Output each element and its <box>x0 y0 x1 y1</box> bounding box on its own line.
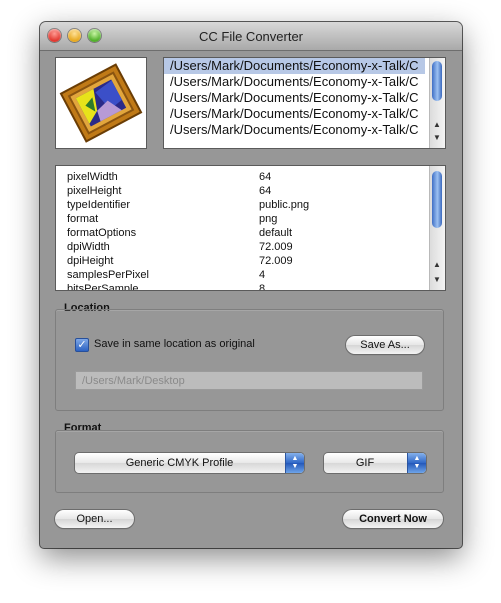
file-list-scrollbar[interactable]: ▲ ▼ <box>429 58 445 148</box>
scrollbar-thumb[interactable] <box>432 61 442 101</box>
chevron-updown-icon: ▲ ▼ <box>285 453 304 473</box>
file-list-item[interactable]: /Users/Mark/Documents/Economy-x-Talk/C <box>164 122 425 138</box>
save-as-button[interactable]: Save As... <box>346 336 424 354</box>
file-list[interactable]: /Users/Mark/Documents/Economy-x-Talk/C /… <box>163 57 446 149</box>
file-list-item[interactable]: /Users/Mark/Documents/Economy-x-Talk/C <box>164 90 425 106</box>
image-preview <box>55 57 147 149</box>
file-list-item[interactable]: /Users/Mark/Documents/Economy-x-Talk/C <box>164 74 425 90</box>
convert-now-button[interactable]: Convert Now <box>343 510 443 528</box>
property-row: pixelHeight 64 <box>67 185 272 197</box>
color-profile-popup[interactable]: Generic CMYK Profile ▲ ▼ <box>75 453 304 473</box>
color-profile-value: Generic CMYK Profile <box>125 457 234 469</box>
scrollbar-thumb[interactable] <box>432 171 442 228</box>
location-group <box>55 309 444 411</box>
property-row: formatOptions default <box>67 227 293 239</box>
properties-list[interactable]: pixelWidth 64 pixelHeight 64 typeIdentifie… <box>55 165 446 291</box>
save-same-location-label[interactable]: Save in same location as original <box>94 338 255 350</box>
arrow-down-icon[interactable]: ▼ <box>433 276 441 284</box>
property-row: dpiWidth 72.009 <box>67 241 293 253</box>
property-row: typeIdentifier public.png <box>67 199 310 211</box>
title-bar[interactable]: CC File Converter <box>40 22 462 51</box>
property-row: samplesPerPixel 4 <box>67 269 266 281</box>
property-row: bitsPerSample 8 <box>67 283 266 291</box>
arrow-up-icon[interactable]: ▲ <box>433 121 441 129</box>
properties-scrollbar[interactable]: ▲ ▼ <box>429 166 445 290</box>
open-button[interactable]: Open... <box>55 510 134 528</box>
arrow-up-icon[interactable]: ▲ <box>433 261 441 269</box>
destination-path-field: /Users/Mark/Desktop <box>75 371 423 390</box>
app-window: CC File Converter /Users/Mark/Documents/… <box>40 22 462 548</box>
output-format-value: GIF <box>355 457 375 469</box>
arrow-down-icon[interactable]: ▼ <box>433 134 441 142</box>
save-same-location-checkbox[interactable]: ✓ <box>75 338 89 352</box>
output-format-popup[interactable]: GIF ▲ ▼ <box>324 453 426 473</box>
file-list-item[interactable]: /Users/Mark/Documents/Economy-x-Talk/C <box>164 106 425 122</box>
window-title: CC File Converter <box>198 29 304 44</box>
property-row: pixelWidth 64 <box>67 171 272 183</box>
property-row: dpiHeight 72.009 <box>67 255 293 267</box>
property-row: format png <box>67 213 278 225</box>
chevron-updown-icon: ▲ ▼ <box>407 453 426 473</box>
file-list-item[interactable]: /Users/Mark/Documents/Economy-x-Talk/C <box>164 58 425 74</box>
